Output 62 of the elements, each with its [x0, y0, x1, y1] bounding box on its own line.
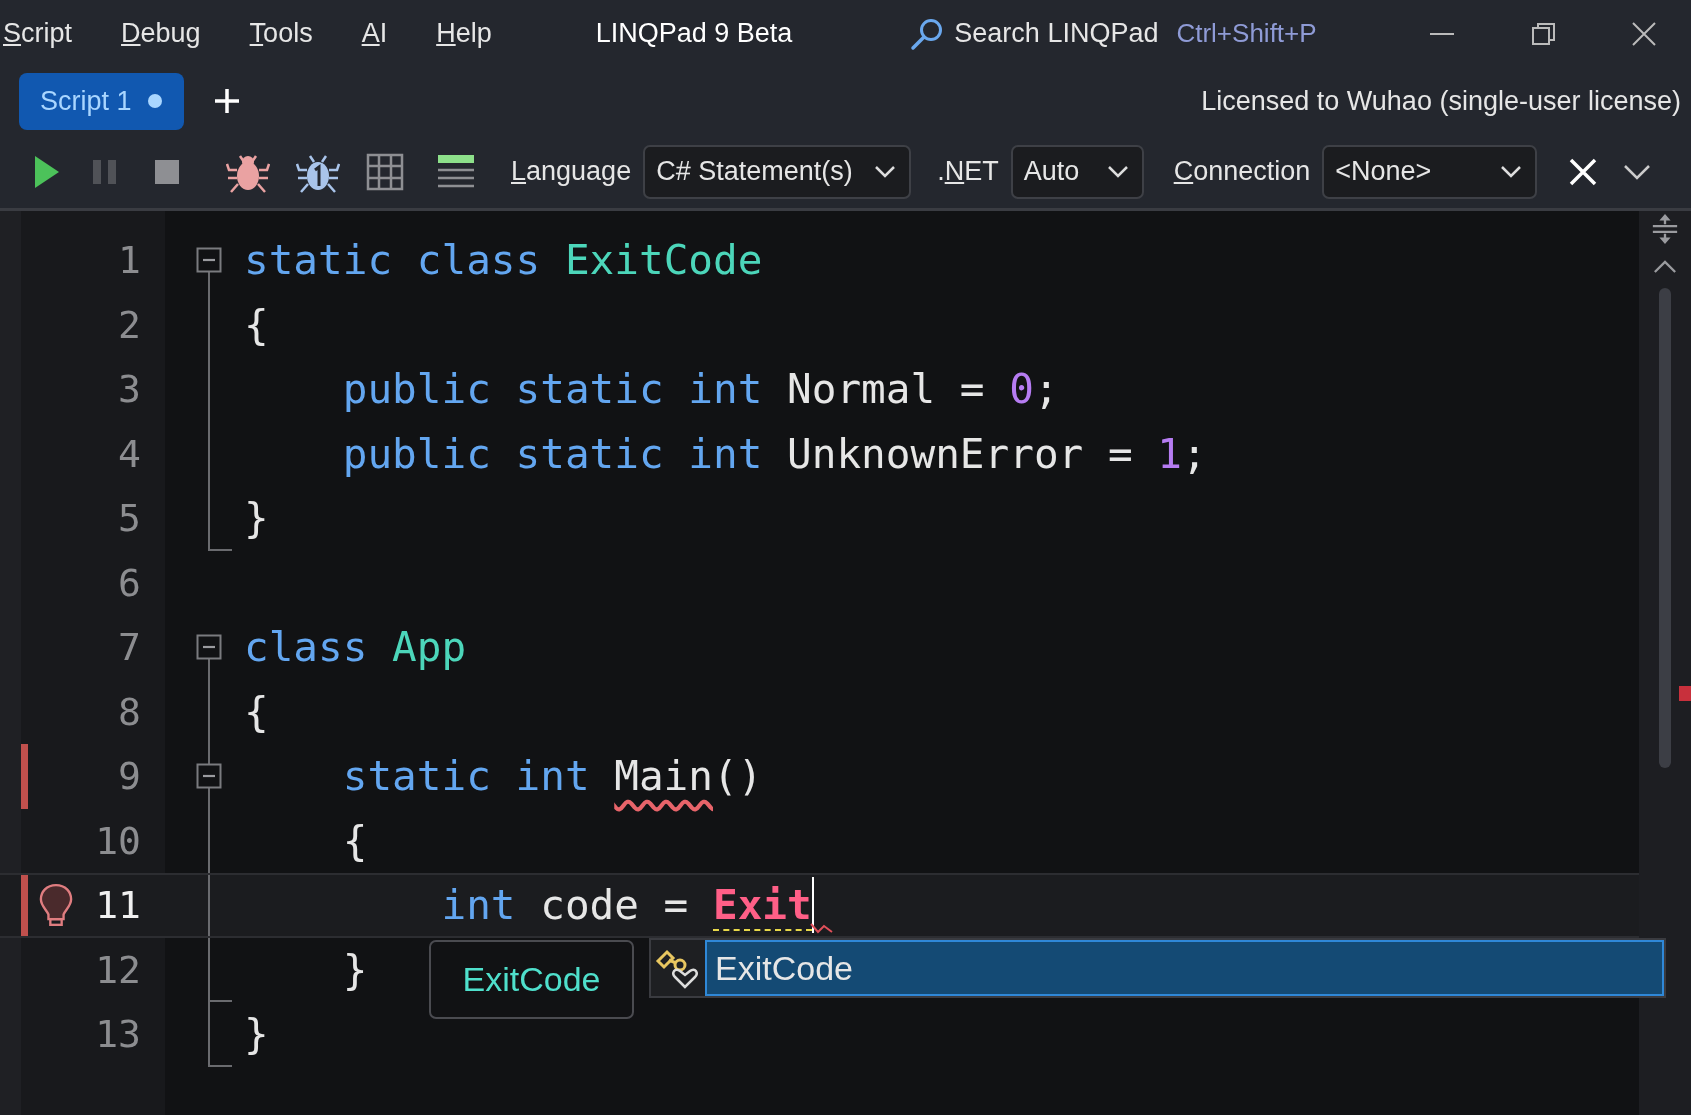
search-box[interactable]: Search LINQPad Ctrl+Shift+P	[910, 16, 1317, 51]
code-line: {	[244, 300, 269, 349]
collapse-icon[interactable]	[196, 763, 222, 790]
grid-icon[interactable]	[366, 152, 404, 191]
connection-dropdown[interactable]: <None>	[1322, 144, 1538, 199]
framework-dropdown[interactable]: Auto	[1010, 144, 1144, 199]
code-line: {	[244, 687, 269, 736]
restore-icon[interactable]	[1531, 20, 1557, 47]
collapse-icon[interactable]	[196, 247, 222, 274]
add-tab-icon[interactable]	[213, 88, 240, 114]
toolbar-label: .NET	[937, 156, 999, 187]
menu-item[interactable]: Help	[436, 18, 492, 49]
line-number: 6	[118, 560, 141, 605]
code-line: {	[342, 816, 368, 865]
toolbar-label: Language	[511, 156, 632, 187]
line-number: 5	[118, 496, 141, 541]
license-text: Licensed to Wuhao (single-user license)	[1201, 85, 1681, 117]
line-number: 11	[95, 883, 141, 928]
code-line: class App	[244, 623, 467, 672]
chevron-down-icon[interactable]	[1623, 163, 1652, 180]
code-line: }	[244, 1010, 269, 1059]
rows-icon[interactable]	[438, 153, 474, 190]
search-icon	[910, 16, 945, 51]
language-dropdown[interactable]: C# Statement(s)	[643, 144, 912, 199]
completion-item[interactable]: ExitCode	[705, 940, 1664, 996]
tooltip: ExitCode	[429, 940, 634, 1019]
line-number: 13	[95, 1012, 141, 1057]
line-number: 8	[118, 689, 141, 734]
error-mark	[1679, 686, 1691, 701]
script-tab[interactable]: Script 1	[19, 72, 184, 130]
chevron-down-icon	[1107, 165, 1128, 178]
code-line: static int Main()	[342, 752, 763, 801]
run-icon[interactable]	[34, 154, 60, 189]
menu-item[interactable]: AI	[361, 18, 388, 49]
line-number: 1	[118, 238, 141, 283]
menu-item[interactable]: Tools	[249, 18, 313, 49]
line-number: 10	[95, 818, 141, 863]
line-number: 9	[118, 754, 141, 799]
code-line: }	[342, 945, 368, 994]
close-icon[interactable]	[1631, 20, 1657, 47]
error-squiggle	[809, 921, 834, 934]
code-line: static class ExitCode	[244, 236, 763, 285]
window-title: LINQPad 9 Beta	[595, 18, 793, 49]
code-line: public static int UnknownError = 1;	[342, 429, 1207, 478]
chevron-down-icon	[875, 165, 896, 178]
line-number: 2	[118, 302, 141, 347]
line-number: 12	[95, 947, 141, 992]
line-number: 7	[118, 625, 141, 670]
menu-item[interactable]: Debug	[121, 18, 201, 49]
lightbulb-icon[interactable]	[38, 883, 73, 928]
line-number: 3	[118, 367, 141, 412]
scroll-thumb[interactable]	[1659, 288, 1671, 768]
scroll-up-icon[interactable]	[1653, 259, 1677, 274]
collapse-icon[interactable]	[196, 634, 222, 661]
code-line: }	[244, 494, 269, 543]
menu-item[interactable]: Script	[3, 18, 73, 49]
line-number: 4	[118, 431, 141, 476]
split-icon[interactable]	[1651, 213, 1679, 245]
code-line: public static int Normal = 0;	[342, 365, 1059, 414]
toolbar-label: Connection	[1173, 156, 1311, 187]
chevron-down-icon	[1501, 165, 1522, 178]
stop-icon[interactable]	[154, 158, 180, 185]
